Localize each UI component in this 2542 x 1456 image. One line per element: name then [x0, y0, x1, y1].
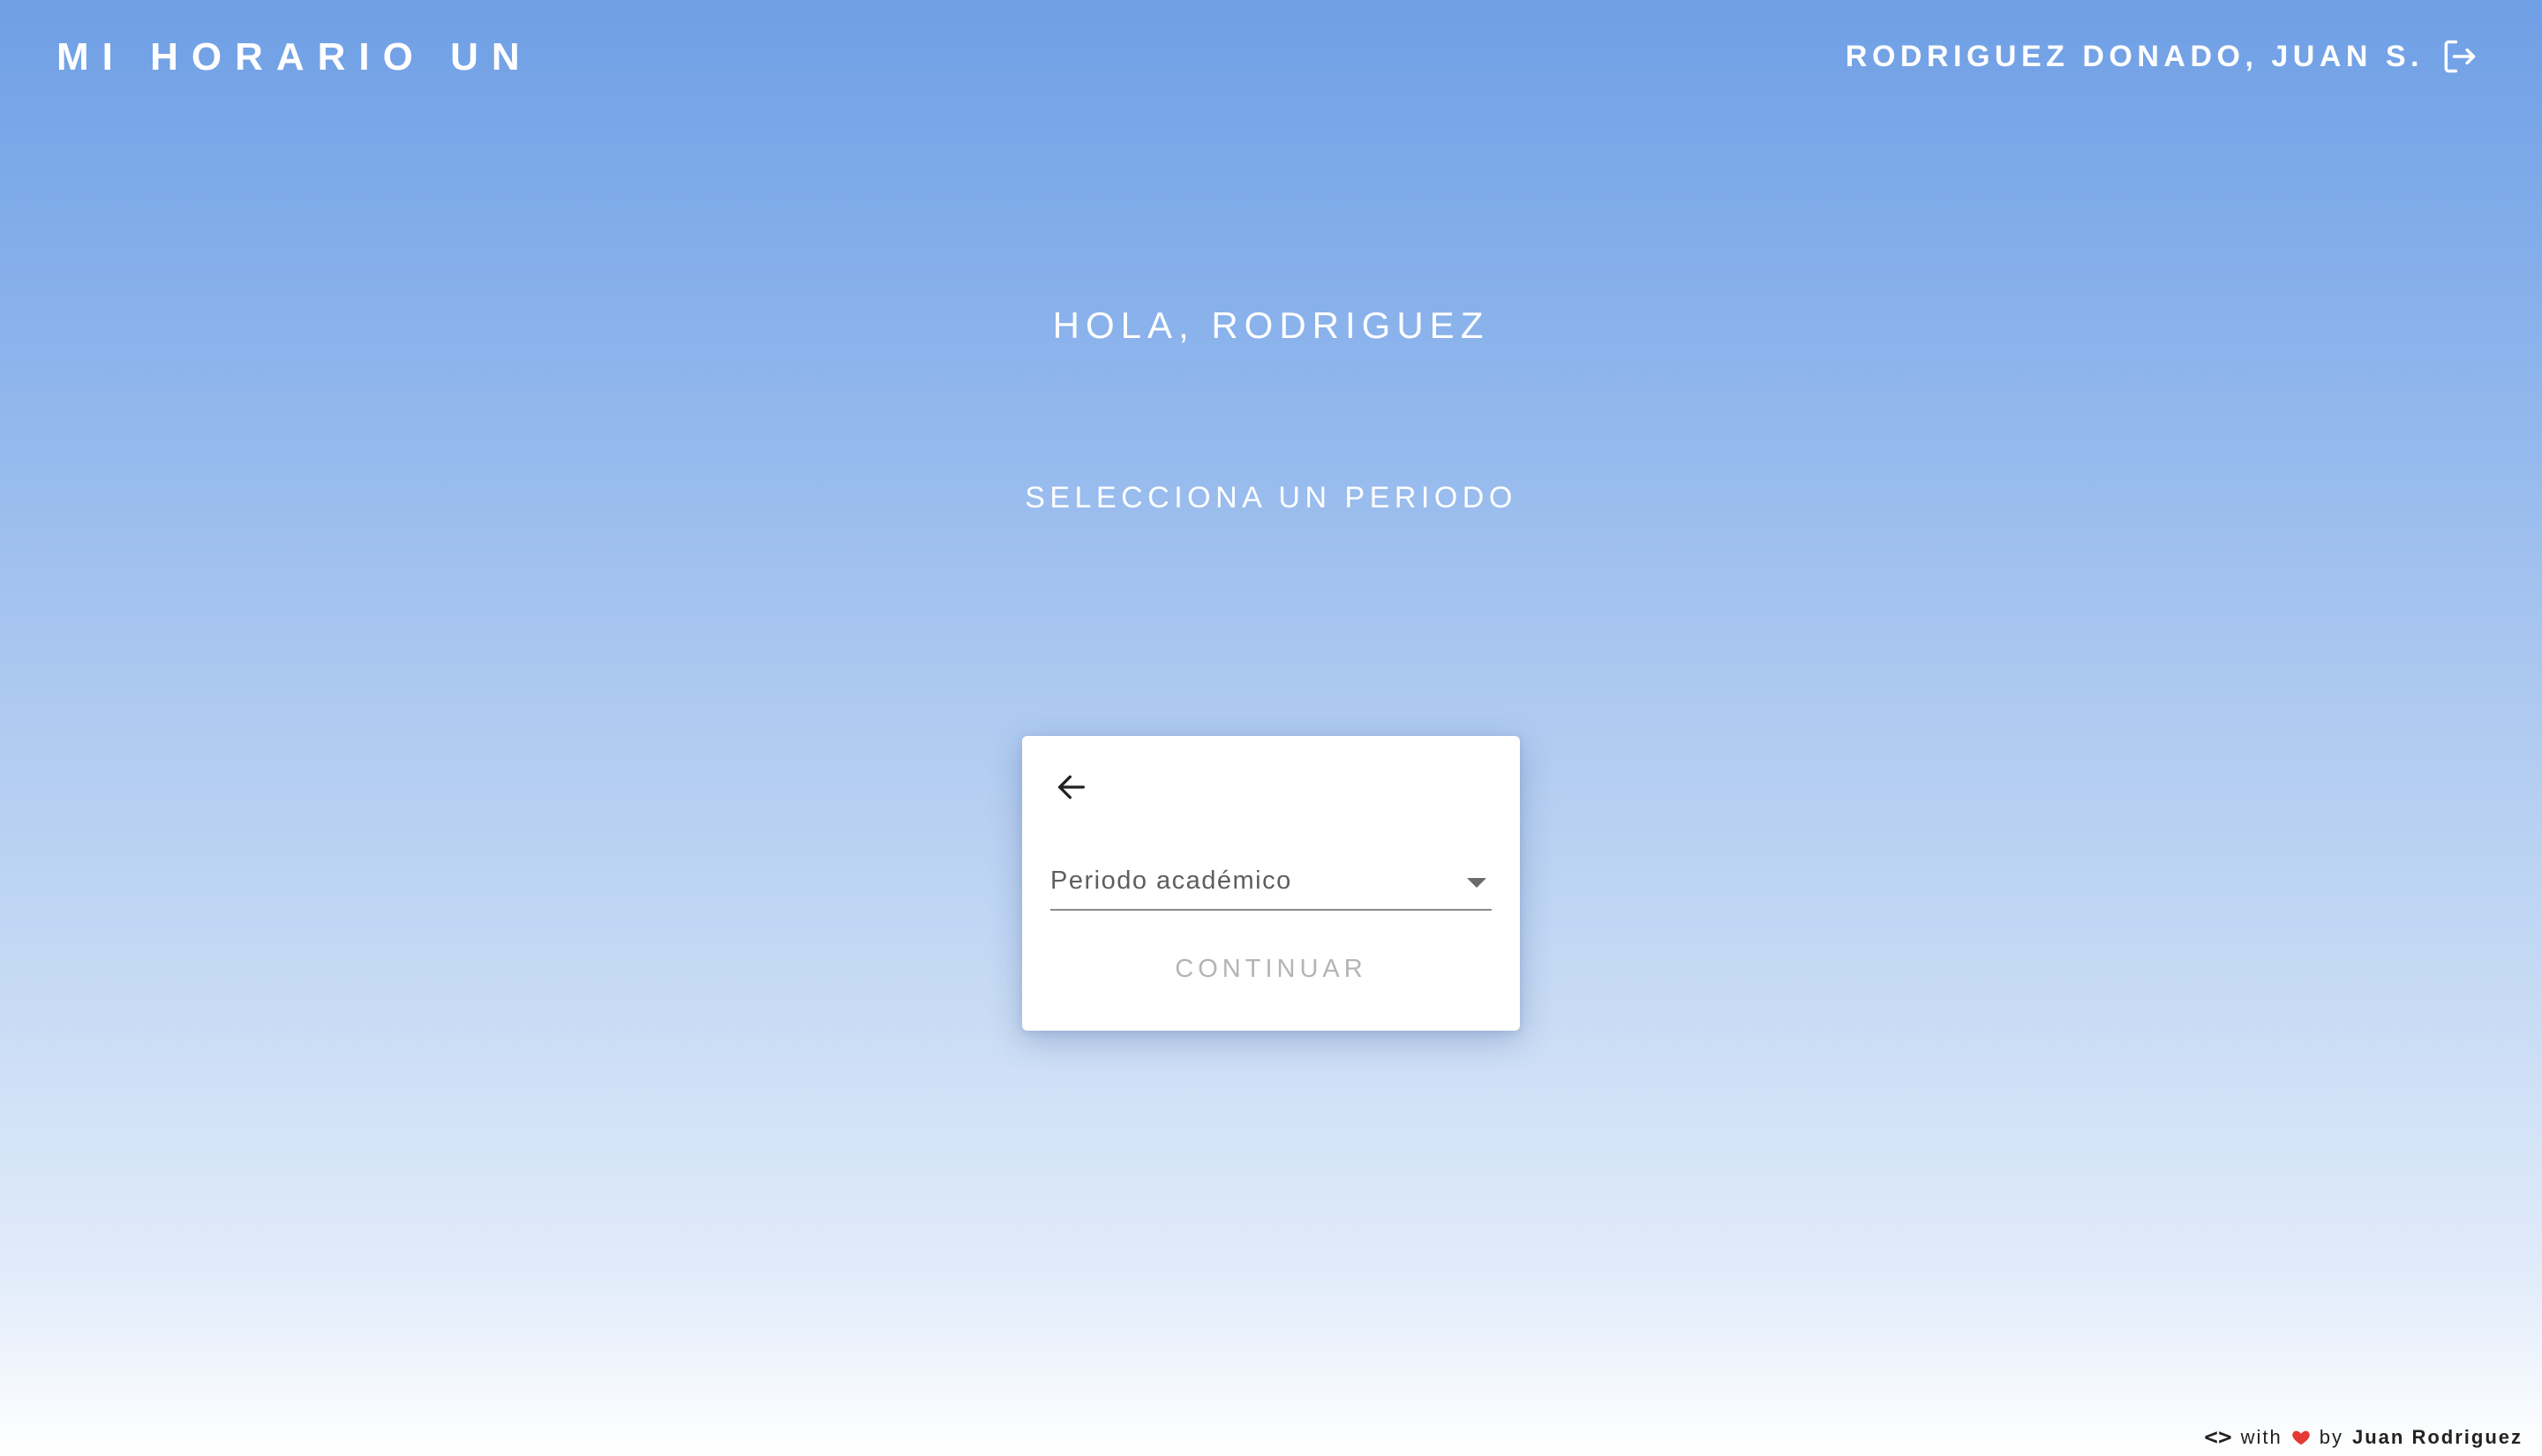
- select-period-subtitle: SELECCIONA UN PERIODO: [1025, 481, 1517, 514]
- footer-author: Juan Rodriguez: [2351, 1426, 2523, 1448]
- period-selection-card: Periodo académico CONTINUAR: [1022, 736, 1520, 1031]
- user-area: RODRIGUEZ DONADO, JUAN S.: [1846, 37, 2478, 76]
- academic-period-select[interactable]: Periodo académico: [1050, 867, 1492, 911]
- footer-credit: <> with by Juan Rodriguez: [2204, 1424, 2523, 1451]
- footer-by-text: by: [2319, 1426, 2343, 1448]
- arrow-left-icon: [1058, 775, 1085, 799]
- heart-icon: [2291, 1428, 2311, 1447]
- continue-button[interactable]: CONTINUAR: [1022, 955, 1520, 984]
- user-name: RODRIGUEZ DONADO, JUAN S.: [1845, 39, 2424, 73]
- logout-icon[interactable]: [2440, 37, 2478, 76]
- dropdown-arrow-icon: [1467, 878, 1486, 888]
- app-title: MI HORARIO UN: [56, 35, 533, 79]
- back-button[interactable]: [1049, 764, 1094, 810]
- code-icon: <>: [2204, 1424, 2232, 1451]
- footer-with-text: with: [2240, 1426, 2283, 1448]
- academic-period-label: Periodo académico: [1050, 867, 1292, 895]
- greeting-heading: HOLA, RODRIGUEZ: [1052, 304, 1490, 346]
